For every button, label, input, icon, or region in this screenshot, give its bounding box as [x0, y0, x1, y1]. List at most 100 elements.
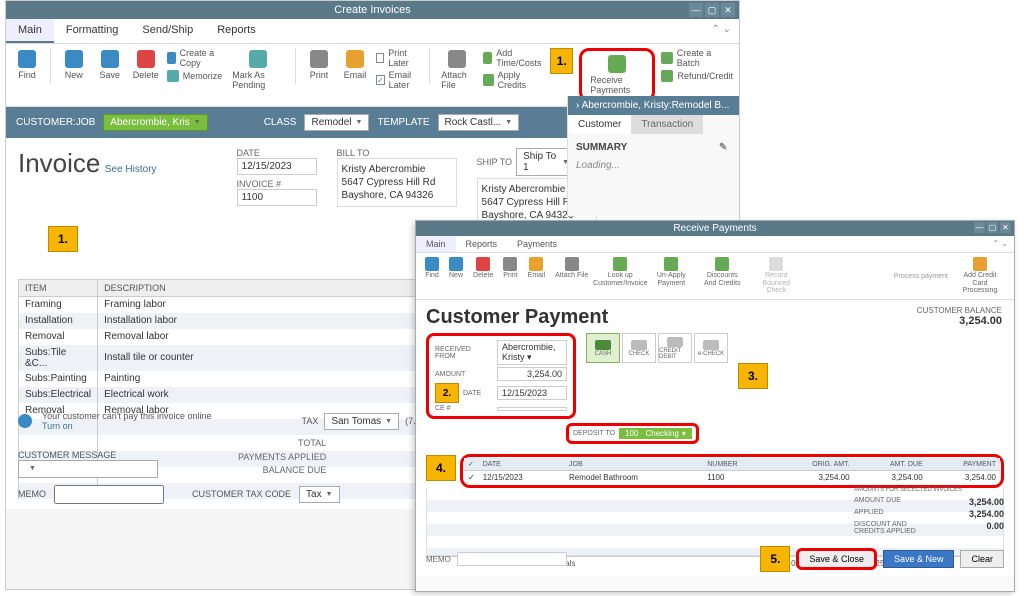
see-history-link[interactable]: See History	[105, 164, 157, 175]
payment-summary: AMOUNTS FOR SELECTED INVOICES AMOUNT DUE…	[854, 487, 1004, 536]
col-item[interactable]: ITEM	[19, 280, 98, 297]
save-button[interactable]: Save	[95, 48, 125, 82]
tab-formatting[interactable]: Formatting	[54, 19, 131, 43]
create-copy-button[interactable]: Create a Copy	[167, 48, 223, 68]
apply-credits-button[interactable]: Apply Credits	[483, 70, 544, 90]
pay-close-icon[interactable]: ✕	[1000, 222, 1011, 233]
payment-invoice-table[interactable]: ✓ DATE JOB NUMBER ORIG. AMT. AMT. DUE PA…	[464, 458, 1000, 484]
pcol-job[interactable]: JOB	[565, 458, 703, 471]
pay-memo-input[interactable]	[457, 552, 567, 566]
refund-credit-button[interactable]: Refund/Credit	[661, 70, 733, 82]
info-icon	[18, 414, 32, 428]
pay-minimize-icon[interactable]: —	[974, 222, 985, 233]
date-field[interactable]: 12/15/2023	[237, 158, 317, 175]
invoice-number-field[interactable]: 1100	[237, 189, 317, 206]
email-later-check[interactable]: ✓Email Later	[376, 70, 421, 90]
lookup-button[interactable]: Look up Customer/Invoice	[595, 256, 645, 288]
billto-label: BILL TO	[337, 148, 457, 158]
pay-find-button[interactable]: Find	[422, 256, 442, 281]
memo-input[interactable]	[54, 485, 164, 504]
print-later-check[interactable]: Print Later	[376, 48, 421, 68]
pcol-orig[interactable]: ORIG. AMT.	[772, 458, 853, 471]
pay-print-button[interactable]: Print	[500, 256, 520, 281]
pcol-due[interactable]: AMT. DUE	[854, 458, 927, 471]
customer-job-dropdown[interactable]: Abercrombie, Kris▼	[103, 114, 207, 131]
pay-tab-reports[interactable]: Reports	[456, 236, 508, 252]
attach-file-button[interactable]: Attach File	[437, 48, 477, 92]
tax-dropdown[interactable]: San Tomas▼	[324, 413, 399, 430]
minimize-icon[interactable]: —	[689, 3, 703, 17]
payment-row[interactable]: ✓ 12/15/2023 Remodel Bathroom 1100 3,254…	[464, 471, 1000, 485]
pcol-date[interactable]: DATE	[479, 458, 565, 471]
class-label: CLASS	[264, 117, 297, 128]
side-tab-transaction[interactable]: Transaction	[631, 115, 703, 134]
tab-sendship[interactable]: Send/Ship	[130, 19, 205, 43]
pay-date-field[interactable]: 12/15/2023	[497, 386, 567, 400]
pay-email-button[interactable]: Email	[525, 256, 549, 281]
class-dropdown[interactable]: Remodel▼	[304, 114, 369, 131]
template-dropdown[interactable]: Rock Castl...▼	[438, 114, 520, 131]
invoice-titlebar: Create Invoices — ▢ ✕	[6, 1, 739, 19]
mark-pending-button[interactable]: Mark As Pending	[228, 48, 287, 92]
payments-applied-label: PAYMENTS APPLIED	[238, 451, 326, 465]
tab-main[interactable]: Main	[6, 19, 54, 43]
callout-4: 4.	[426, 455, 456, 481]
discounts-button[interactable]: Discounts And Credits	[697, 256, 747, 288]
cust-tax-dropdown[interactable]: Tax▼	[299, 486, 340, 503]
pay-save-close-button[interactable]: Save & Close	[796, 548, 877, 570]
memorize-button[interactable]: Memorize	[167, 70, 223, 82]
ref-field[interactable]	[497, 407, 567, 411]
add-cc-button[interactable]: Add Credit Card Processing	[952, 256, 1008, 296]
create-batch-button[interactable]: Create a Batch	[661, 48, 733, 68]
pcol-payment[interactable]: PAYMENT	[927, 458, 1000, 471]
print-button[interactable]: Print	[304, 48, 334, 82]
time-credits-col: Add Time/Costs Apply Credits	[483, 48, 544, 90]
pcol-check[interactable]: ✓	[464, 458, 479, 471]
payment-form-row: RECEIVED FROMAbercrombie, Kristy ▾ AMOUN…	[426, 333, 1004, 419]
payment-table-highlight: ✓ DATE JOB NUMBER ORIG. AMT. AMT. DUE PA…	[460, 454, 1004, 488]
delete-button[interactable]: Delete	[131, 48, 161, 82]
pay-tab-payments[interactable]: Payments	[507, 236, 567, 252]
email-button[interactable]: Email	[340, 48, 370, 82]
close-icon[interactable]: ✕	[721, 3, 735, 17]
received-from-label: RECEIVED FROM	[435, 346, 493, 360]
pay-attach-button[interactable]: Attach File	[552, 256, 591, 281]
deposit-to-dropdown[interactable]: 100 · Checking ▾	[619, 428, 692, 439]
payment-methods: CASH CHECK CREDIT DEBIT e-CHECK	[586, 333, 728, 363]
method-echeck[interactable]: e-CHECK	[694, 333, 728, 363]
method-cash[interactable]: CASH	[586, 333, 620, 363]
ref-label: CE #	[435, 405, 493, 412]
turn-on-link[interactable]: Turn on	[42, 421, 211, 431]
add-time-button[interactable]: Add Time/Costs	[483, 48, 544, 68]
pay-tab-main[interactable]: Main	[416, 236, 456, 252]
billto-address[interactable]: Kristy Abercrombie 5647 Cypress Hill Rd …	[337, 158, 457, 207]
maximize-icon[interactable]: ▢	[705, 3, 719, 17]
pay-save-new-button[interactable]: Save & New	[883, 550, 955, 568]
payment-body: Customer Payment CUSTOMER BALANCE 3,254.…	[416, 300, 1014, 576]
pay-ribbon-collapse-icon[interactable]: ⌃ ⌄	[986, 236, 1014, 252]
method-check[interactable]: CHECK	[622, 333, 656, 363]
pay-date-label: DATE	[463, 390, 493, 397]
balance-due-label: BALANCE DUE	[238, 464, 326, 478]
bounced-check-button[interactable]: Record Bounced Check	[751, 256, 801, 296]
pay-clear-button[interactable]: Clear	[960, 550, 1004, 568]
unapply-button[interactable]: Un-Apply Payment	[649, 256, 693, 288]
invoice-heading: Invoice	[18, 148, 100, 178]
amount-field[interactable]: 3,254.00	[497, 367, 567, 381]
side-tab-customer[interactable]: Customer	[568, 115, 631, 134]
received-from-dropdown[interactable]: Abercrombie, Kristy ▾	[497, 340, 567, 365]
window-controls: — ▢ ✕	[689, 3, 735, 17]
ribbon-collapse-icon[interactable]: ⌃ ⌄	[703, 19, 739, 43]
callout-1-toolbar: 1.	[550, 48, 573, 74]
pcol-number[interactable]: NUMBER	[703, 458, 772, 471]
new-button[interactable]: New	[59, 48, 89, 82]
edit-icon[interactable]: ✎	[719, 142, 731, 154]
method-credit[interactable]: CREDIT DEBIT	[658, 333, 692, 363]
tab-reports[interactable]: Reports	[205, 19, 268, 43]
receive-payments-button[interactable]: Receive Payments	[586, 53, 648, 97]
cust-msg-dropdown[interactable]: ▼	[18, 460, 158, 478]
pay-new-button[interactable]: New	[446, 256, 466, 281]
pay-delete-button[interactable]: Delete	[470, 256, 496, 281]
find-button[interactable]: Find	[12, 48, 42, 82]
pay-maximize-icon[interactable]: ▢	[987, 222, 998, 233]
